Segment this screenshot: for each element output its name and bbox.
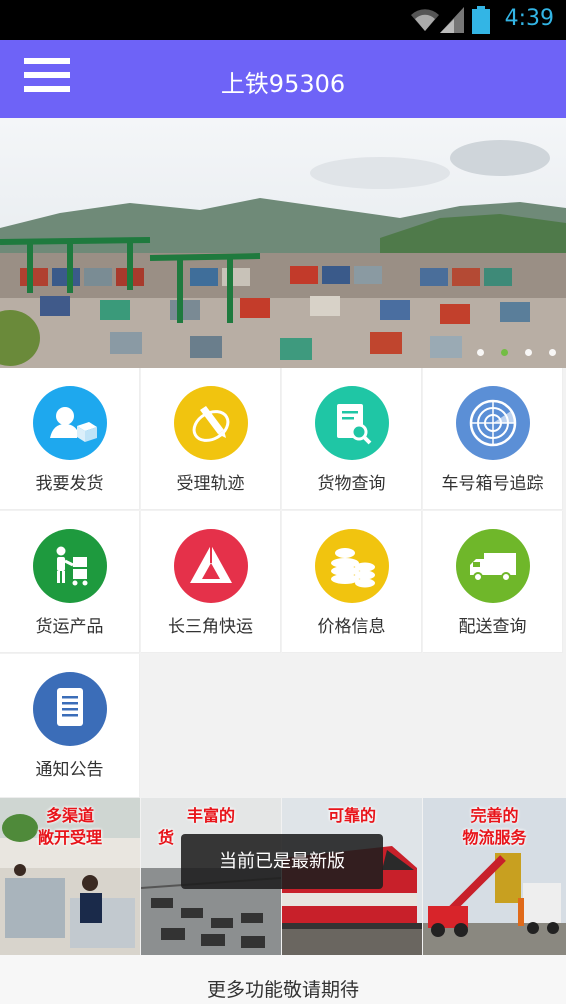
coins-icon	[315, 529, 389, 603]
promo-caption: 敞开受理	[37, 828, 102, 847]
banner-carousel[interactable]	[0, 118, 566, 368]
worker-cart-icon	[33, 529, 107, 603]
wifi-icon	[411, 9, 439, 31]
radar-icon	[456, 386, 530, 460]
more-features-text: 更多功能敬请期待	[0, 955, 566, 1004]
railway-yard-photo	[0, 118, 566, 368]
promo-tile-channels[interactable]: 多渠道 敞开受理	[0, 798, 140, 955]
function-grid: 我要发货 受理轨迹 货物查询 车号箱号追踪 货运产品 长三角快运 价格信息 配送…	[0, 368, 566, 798]
clock: 4:39	[504, 6, 554, 31]
carousel-dot[interactable]	[549, 349, 556, 356]
document-search-icon	[315, 386, 389, 460]
grid-item-label: 车号箱号追踪	[441, 474, 544, 494]
app-bar: 上铁95306	[0, 40, 566, 118]
grid-item-label: 货物查询	[317, 474, 386, 494]
grid-item-delivery-query[interactable]: 配送查询	[423, 511, 563, 653]
promo-caption: 丰富的	[186, 806, 235, 825]
grid-item-label: 受理轨迹	[176, 474, 245, 494]
grid-item-freight-products[interactable]: 货运产品	[0, 511, 140, 653]
page-title: 上铁95306	[220, 70, 346, 98]
grid-item-label: 配送查询	[458, 617, 527, 637]
battery-icon	[472, 6, 490, 34]
grid-item-price-info[interactable]: 价格信息	[282, 511, 422, 653]
grid-item-label: 价格信息	[317, 617, 386, 637]
notice-icon	[33, 672, 107, 746]
truck-icon	[456, 529, 530, 603]
pencil-track-icon	[174, 386, 248, 460]
triangle-logo-icon	[174, 529, 248, 603]
shipper-box-icon	[33, 386, 107, 460]
carousel-indicator	[477, 349, 556, 356]
grid-item-label: 通知公告	[35, 760, 104, 780]
promo-tile-logistics[interactable]: 完善的 物流服务	[423, 798, 566, 955]
grid-item-ship-goods[interactable]: 我要发货	[0, 368, 140, 510]
grid-item-cargo-query[interactable]: 货物查询	[282, 368, 422, 510]
signal-icon	[440, 7, 464, 33]
grid-item-notices[interactable]: 通知公告	[0, 654, 140, 798]
grid-item-label: 长三角快运	[168, 617, 253, 637]
status-bar: 4:39	[0, 0, 566, 40]
grid-item-acceptance-track[interactable]: 受理轨迹	[141, 368, 281, 510]
promo-caption: 可靠的	[327, 806, 376, 825]
promo-caption: 物流服务	[462, 828, 527, 847]
grid-item-yangtze-delta-express[interactable]: 长三角快运	[141, 511, 281, 653]
carousel-dot[interactable]	[501, 349, 508, 356]
promo-caption: 多渠道	[45, 806, 94, 825]
grid-item-car-container-tracking[interactable]: 车号箱号追踪	[423, 368, 563, 510]
grid-item-label: 我要发货	[35, 474, 104, 494]
toast-message: 当前已是最新版	[181, 834, 383, 889]
grid-item-label: 货运产品	[35, 617, 104, 637]
carousel-dot[interactable]	[477, 349, 484, 356]
promo-caption: 完善的	[470, 806, 519, 825]
carousel-dot[interactable]	[525, 349, 532, 356]
